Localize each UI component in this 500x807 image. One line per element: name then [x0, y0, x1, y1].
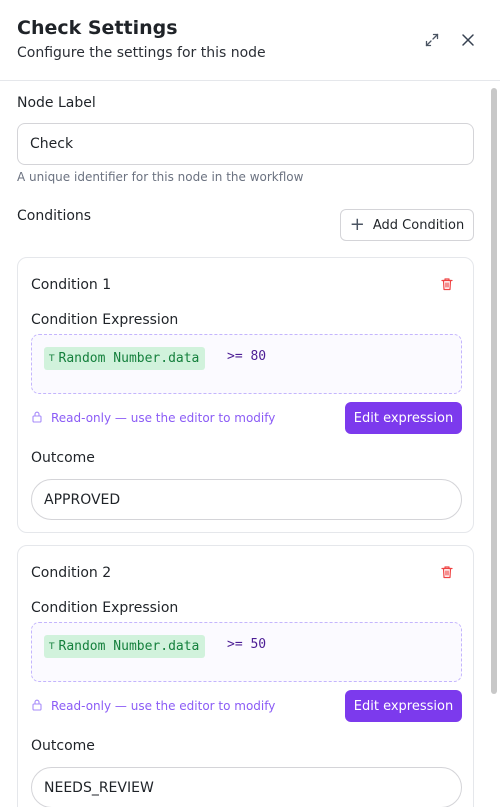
node-label-help: A unique identifier for this node in the… — [17, 170, 304, 184]
readonly-text: Read-only — use the editor to modify — [51, 411, 276, 425]
scrollbar[interactable] — [491, 88, 497, 694]
condition-title: Condition 2 — [31, 565, 112, 581]
expression-operator: >= 80 — [227, 349, 267, 364]
plus-icon: + — [349, 214, 365, 235]
condition-expression-box[interactable]: T Random Number.data >= 80 — [31, 334, 462, 394]
condition-expression-box[interactable]: T Random Number.data >= 50 — [31, 622, 462, 682]
node-label-input[interactable]: Check — [17, 123, 474, 165]
variable-token: T Random Number.data — [44, 635, 206, 658]
outcome-label: Outcome — [31, 450, 95, 466]
condition-title: Condition 1 — [31, 277, 112, 293]
conditions-heading: Conditions — [17, 208, 92, 224]
token-type-icon: T — [49, 641, 55, 652]
add-condition-button[interactable]: + Add Condition — [340, 209, 474, 241]
edit-expression-button[interactable]: Edit expression — [345, 690, 462, 722]
condition-expression-label: Condition Expression — [31, 600, 179, 616]
panel-title: Check Settings — [17, 17, 178, 39]
readonly-note: Read-only — use the editor to modify — [31, 410, 275, 426]
readonly-note: Read-only — use the editor to modify — [31, 698, 275, 714]
token-text: Random Number.data — [58, 351, 200, 366]
close-icon[interactable] — [458, 30, 478, 50]
panel-header: Check Settings Configure the settings fo… — [0, 0, 500, 81]
expression-operator: >= 50 — [227, 637, 267, 652]
panel-subtitle: Configure the settings for this node — [17, 45, 266, 61]
outcome-label: Outcome — [31, 738, 95, 754]
outcome-input[interactable]: NEEDS_REVIEW — [31, 767, 462, 807]
condition-card-2: Condition 2 Condition Expression T Rando… — [17, 545, 474, 807]
expand-icon[interactable] — [422, 30, 442, 50]
lock-icon — [31, 410, 43, 426]
add-condition-label: Add Condition — [372, 217, 465, 233]
condition-expression-label: Condition Expression — [31, 312, 179, 328]
token-text: Random Number.data — [58, 639, 200, 654]
variable-token: T Random Number.data — [44, 347, 206, 370]
outcome-input[interactable]: APPROVED — [31, 479, 462, 520]
edit-expression-button[interactable]: Edit expression — [345, 402, 462, 434]
node-label-heading: Node Label — [17, 95, 96, 111]
lock-icon — [31, 698, 43, 714]
trash-icon[interactable] — [439, 564, 455, 580]
trash-icon[interactable] — [439, 276, 455, 292]
readonly-text: Read-only — use the editor to modify — [51, 699, 276, 713]
condition-card-1: Condition 1 Condition Expression T Rando… — [17, 257, 474, 533]
token-type-icon: T — [49, 353, 55, 364]
